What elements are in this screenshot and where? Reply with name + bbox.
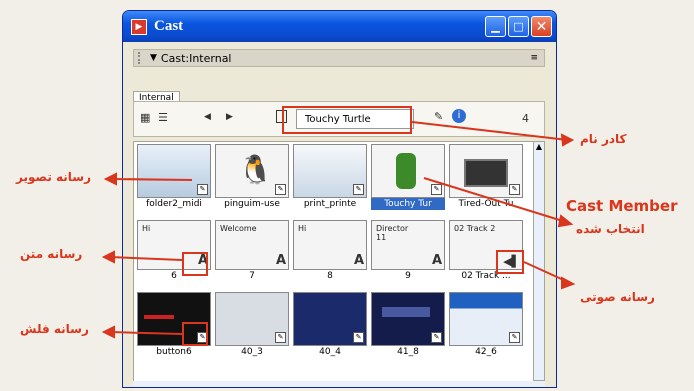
text-media-annotation: رسانه متن [20,247,83,261]
flash-media-annotation: رسانه فلش [20,322,89,336]
cast-member-annotation: Cast Member [566,197,678,215]
sound-media-annotation: رسانه صوتی [580,290,655,304]
name-box-annotation: کادر نام [580,132,627,146]
annotation-arrows [101,121,576,339]
selected-annotation: انتخاب شده [576,222,645,236]
image-media-annotation: رسانه تصویر [16,170,91,184]
